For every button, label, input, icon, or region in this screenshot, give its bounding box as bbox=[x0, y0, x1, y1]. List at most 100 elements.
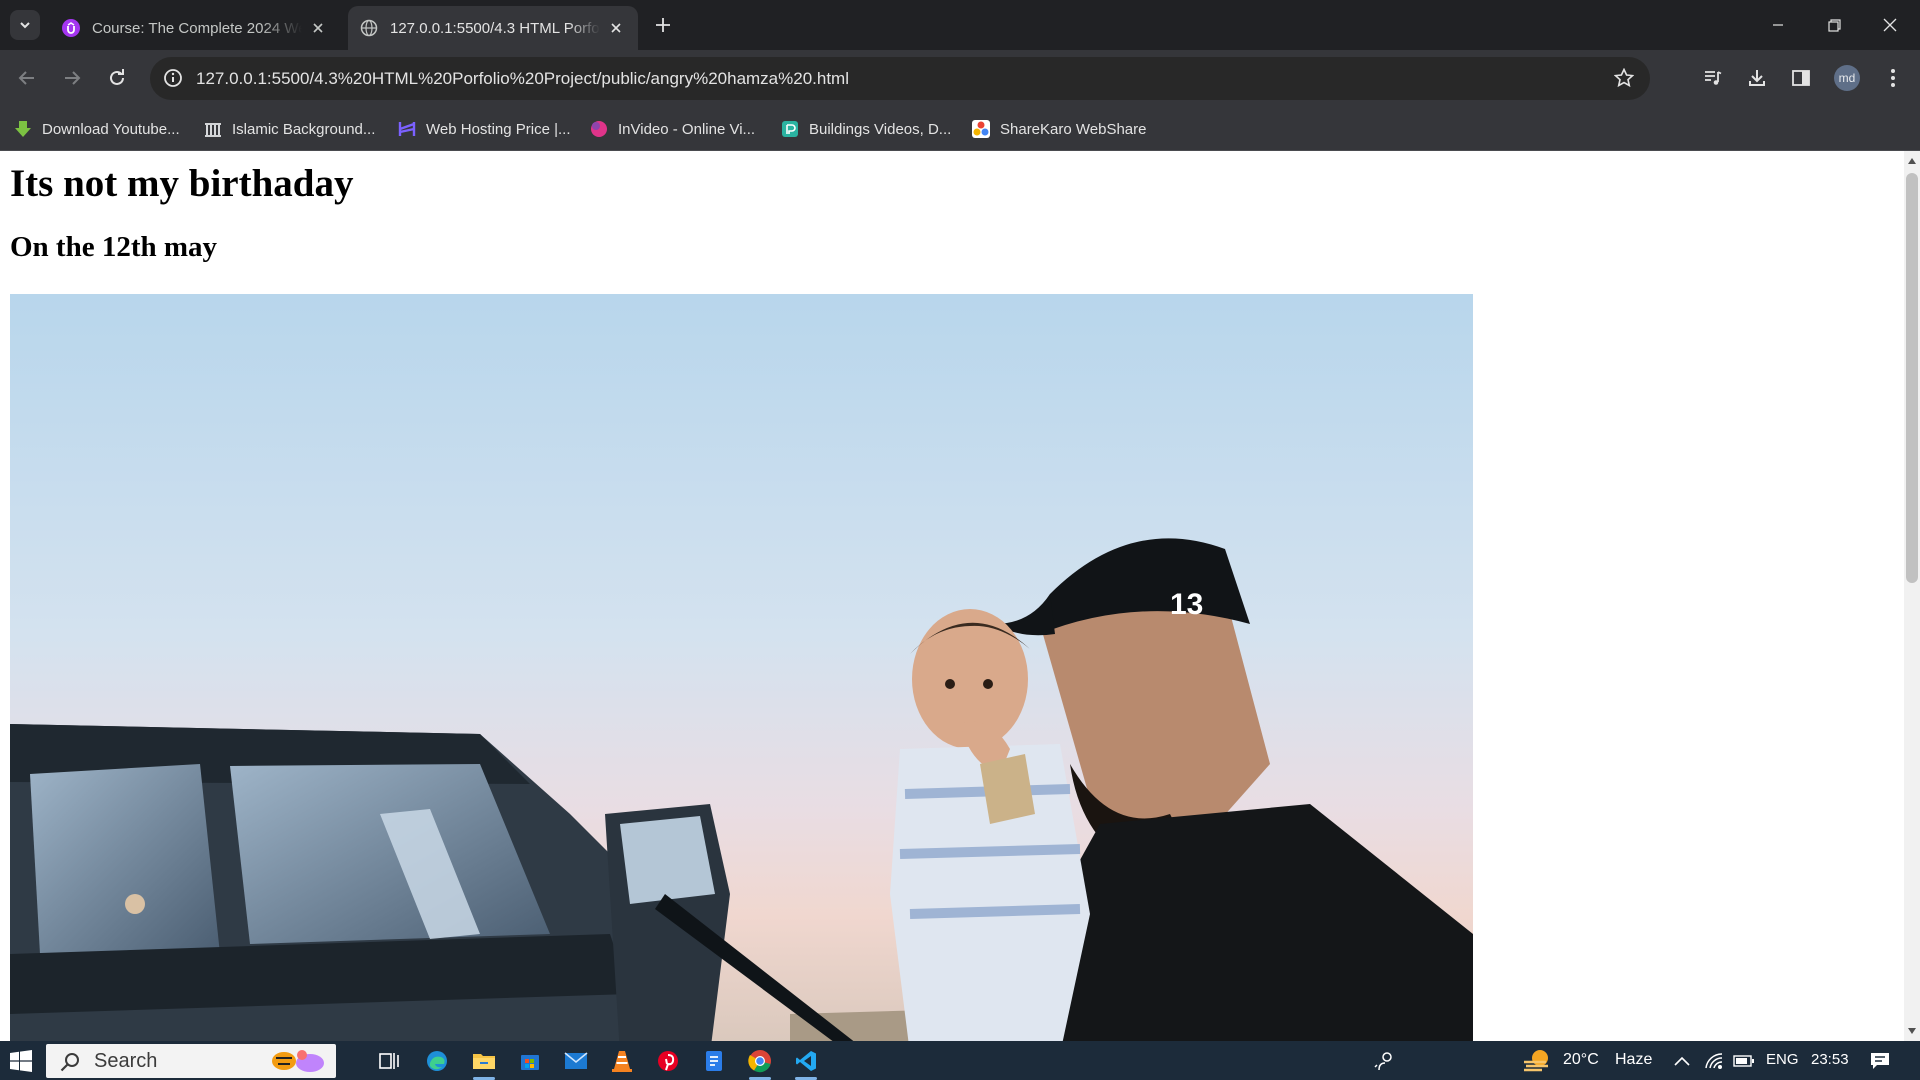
vlc-cone-icon bbox=[612, 1051, 632, 1072]
close-tab-icon[interactable] bbox=[308, 18, 328, 38]
pinterest-icon bbox=[658, 1051, 678, 1071]
task-view-button[interactable] bbox=[374, 1046, 404, 1076]
mail-icon bbox=[564, 1052, 588, 1069]
close-tab-icon[interactable] bbox=[606, 18, 626, 38]
chevron-up-icon bbox=[1674, 1056, 1690, 1066]
address-bar[interactable]: 127.0.0.1:5500/4.3%20HTML%20Porfolio%20P… bbox=[150, 57, 1650, 100]
chrome-app[interactable] bbox=[745, 1046, 775, 1080]
forward-button[interactable] bbox=[55, 61, 89, 95]
bookmark-buildings-videos[interactable]: Buildings Videos, D... bbox=[781, 118, 951, 140]
scroll-up-arrow-icon[interactable] bbox=[1904, 153, 1920, 169]
sharekaro-logo-icon bbox=[972, 120, 990, 138]
media-controls-button[interactable] bbox=[1696, 61, 1730, 95]
playlist-music-icon bbox=[1705, 71, 1722, 85]
udemy-favicon-icon bbox=[62, 19, 80, 37]
people-search-button[interactable] bbox=[1370, 1046, 1400, 1076]
arrow-left-icon bbox=[18, 71, 34, 85]
reload-button[interactable] bbox=[100, 61, 134, 95]
chevron-down-icon bbox=[20, 22, 30, 29]
vlc-app[interactable] bbox=[607, 1046, 637, 1076]
hosting-logo-icon bbox=[398, 120, 416, 138]
bookmark-label: Buildings Videos, D... bbox=[809, 120, 952, 138]
cap-number-text: 13 bbox=[1170, 588, 1203, 621]
profile-avatar[interactable]: md bbox=[1834, 65, 1860, 91]
scroll-down-arrow-icon[interactable] bbox=[1904, 1023, 1920, 1039]
taskbar-search-label: Search bbox=[94, 1049, 158, 1072]
chrome-icon bbox=[748, 1050, 771, 1073]
download-arrow-icon bbox=[14, 120, 32, 138]
bookmark-label: Download Youtube... bbox=[42, 120, 180, 138]
site-info-icon[interactable] bbox=[162, 67, 184, 89]
minimize-icon bbox=[1773, 24, 1783, 26]
search-highlight-icon bbox=[272, 1050, 324, 1072]
mail-app[interactable] bbox=[561, 1046, 591, 1076]
search-icon bbox=[60, 1053, 79, 1072]
bookmark-label: Islamic Background... bbox=[232, 120, 376, 138]
battery-status[interactable] bbox=[1729, 1046, 1759, 1076]
restore-button[interactable] bbox=[1806, 0, 1862, 50]
new-tab-button[interactable] bbox=[650, 12, 676, 38]
more-vertical-icon bbox=[1891, 69, 1895, 87]
battery-icon bbox=[1733, 1055, 1754, 1067]
close-icon bbox=[1883, 18, 1897, 32]
invideo-logo-icon bbox=[590, 120, 608, 138]
browser-menu-button[interactable] bbox=[1876, 61, 1910, 95]
tab-local-server[interactable]: 127.0.0.1:5500/4.3 HTML Porfolio bbox=[348, 6, 638, 50]
page-subheading: On the 12th may bbox=[10, 231, 218, 263]
network-status[interactable] bbox=[1699, 1046, 1729, 1076]
side-panel-button[interactable] bbox=[1784, 61, 1818, 95]
weather-temperature[interactable]: 20°C bbox=[1563, 1051, 1599, 1069]
buildings-logo-icon bbox=[781, 120, 799, 138]
tab-search-button[interactable] bbox=[10, 10, 40, 40]
docs-app[interactable] bbox=[699, 1046, 729, 1076]
bookmark-download-youtube[interactable]: Download Youtube... bbox=[14, 118, 180, 140]
weather-haze-icon bbox=[1524, 1050, 1548, 1072]
minimize-button[interactable] bbox=[1750, 0, 1806, 50]
downloads-button[interactable] bbox=[1740, 61, 1774, 95]
vscode-app[interactable] bbox=[791, 1046, 821, 1080]
bookmark-islamic-background[interactable]: Islamic Background... bbox=[204, 118, 375, 140]
bookmark-sharekaro[interactable]: ShareKaro WebShare bbox=[972, 118, 1146, 140]
windows-start-button[interactable] bbox=[10, 1050, 32, 1072]
restore-icon bbox=[1827, 18, 1841, 32]
bookmark-star-icon[interactable] bbox=[1612, 66, 1636, 90]
back-button[interactable] bbox=[10, 61, 44, 95]
url-text[interactable]: 127.0.0.1:5500/4.3%20HTML%20Porfolio%20P… bbox=[196, 69, 849, 89]
document-icon bbox=[706, 1051, 722, 1071]
vscode-icon bbox=[796, 1051, 816, 1071]
folder-icon bbox=[473, 1054, 495, 1069]
store-bag-icon bbox=[521, 1055, 539, 1070]
task-view-icon bbox=[379, 1053, 399, 1069]
page-scrollbar[interactable] bbox=[1904, 151, 1920, 1041]
pinterest-app[interactable] bbox=[653, 1046, 683, 1076]
edge-browser-icon bbox=[427, 1051, 447, 1071]
tab-title: 127.0.0.1:5500/4.3 HTML Porfolio bbox=[390, 19, 600, 37]
bookmark-web-hosting[interactable]: Web Hosting Price |... bbox=[398, 118, 571, 140]
wifi-icon bbox=[1705, 1053, 1723, 1069]
side-panel-icon bbox=[1792, 70, 1810, 86]
bookmark-label: Web Hosting Price |... bbox=[426, 120, 571, 138]
weather-widget[interactable] bbox=[1522, 1046, 1552, 1076]
taskbar-search-box[interactable]: Search bbox=[46, 1044, 336, 1078]
building-columns-icon bbox=[204, 120, 222, 138]
person-search-icon bbox=[1374, 1052, 1392, 1071]
clock-time[interactable]: 23:53 bbox=[1811, 1051, 1849, 1068]
bookmark-label: ShareKaro WebShare bbox=[1000, 120, 1147, 138]
arrow-right-icon bbox=[65, 71, 81, 85]
bookmarks-bar: Download Youtube... Islamic Background..… bbox=[0, 107, 1920, 151]
scroll-thumb[interactable] bbox=[1906, 173, 1918, 583]
reload-icon bbox=[110, 69, 124, 85]
input-language[interactable]: ENG bbox=[1766, 1051, 1799, 1068]
bookmark-invideo[interactable]: InVideo - Online Vi... bbox=[590, 118, 755, 140]
tab-title: Course: The Complete 2024 We bbox=[92, 19, 302, 37]
page-viewport: Its not my birthaday On the 12th may 13 bbox=[0, 151, 1904, 1041]
file-explorer-app[interactable] bbox=[469, 1046, 499, 1080]
edge-app[interactable] bbox=[422, 1046, 452, 1076]
store-app[interactable] bbox=[515, 1046, 545, 1076]
show-hidden-icons-button[interactable] bbox=[1667, 1046, 1697, 1076]
tab-udemy-course[interactable]: Course: The Complete 2024 We bbox=[50, 6, 340, 50]
plus-icon bbox=[656, 18, 670, 32]
weather-condition[interactable]: Haze bbox=[1615, 1051, 1652, 1069]
close-window-button[interactable] bbox=[1862, 0, 1918, 50]
notifications-button[interactable] bbox=[1865, 1046, 1895, 1076]
